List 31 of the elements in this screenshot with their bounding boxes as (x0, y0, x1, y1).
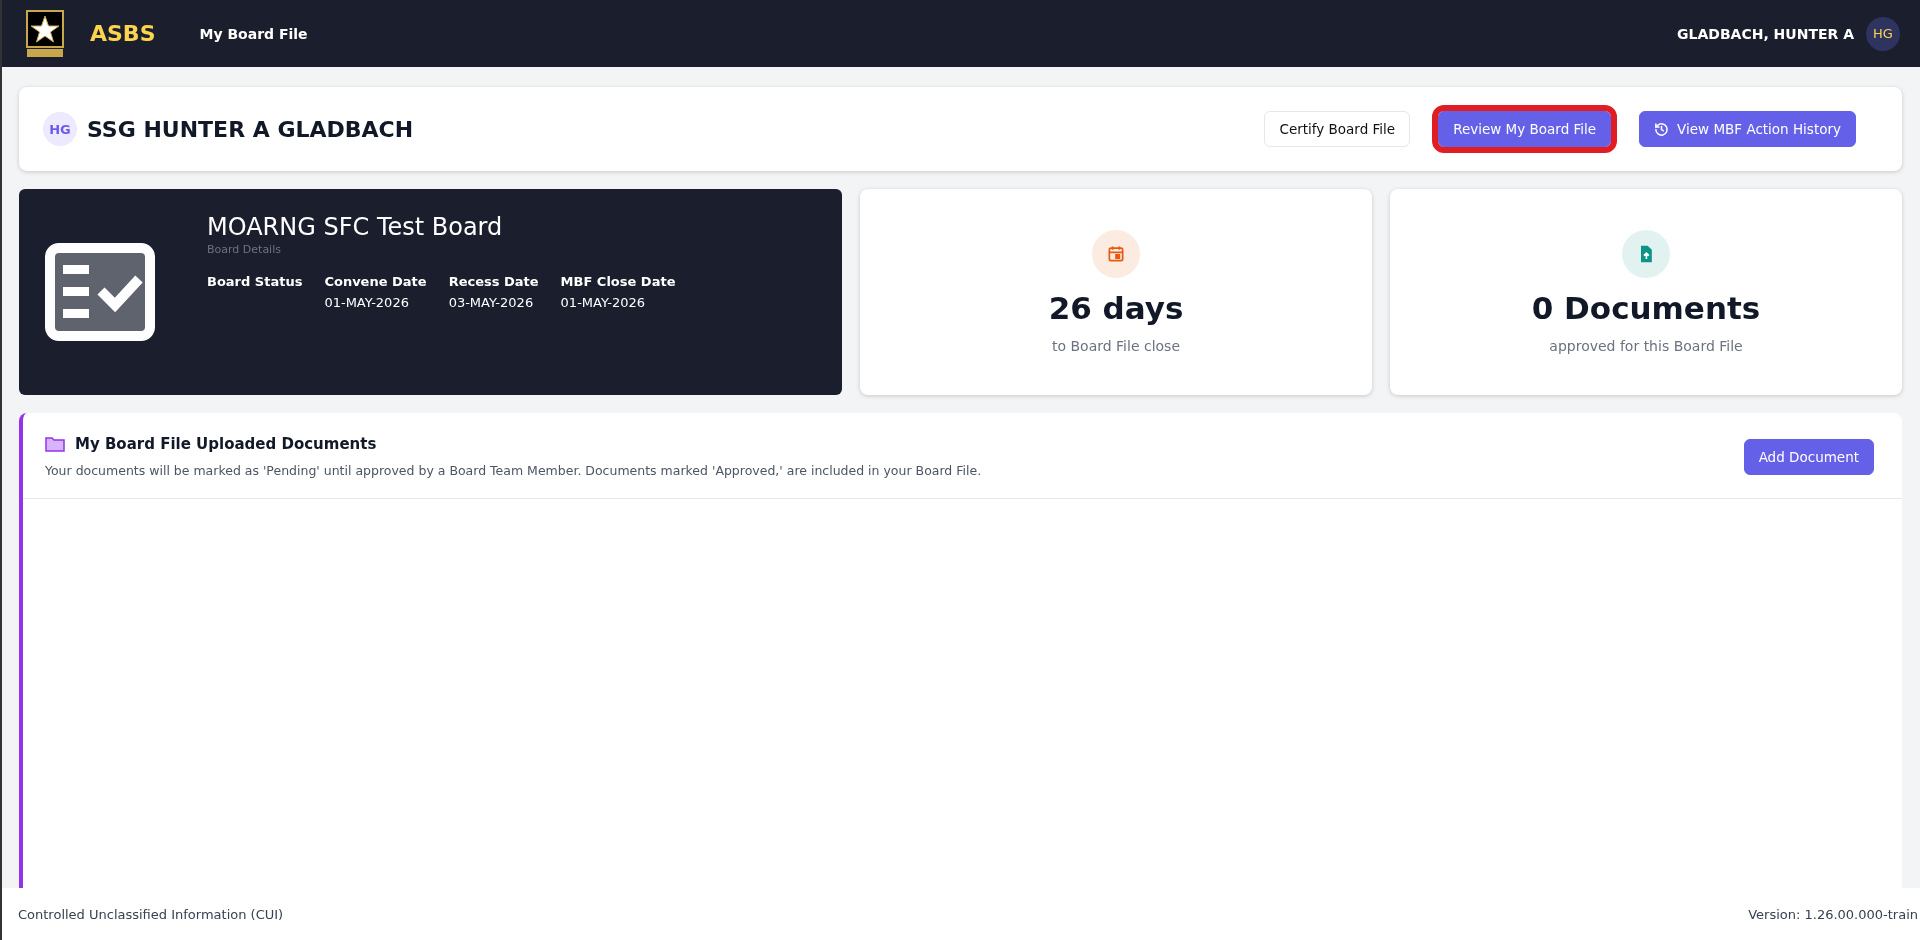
section-title: My Board File Uploaded Documents (75, 435, 377, 453)
section-description: Your documents will be marked as 'Pending' until approved by a Board Team Member. Documents marked 'Approved,' are included in your Board File. (45, 463, 983, 478)
add-document-button[interactable]: Add Document (1743, 438, 1874, 475)
field-label: Convene Date (324, 274, 427, 289)
stat-caption: approved for this Board File (1549, 338, 1743, 354)
profile-avatar: HG (43, 112, 77, 146)
user-avatar[interactable]: HG (1866, 16, 1900, 51)
stat-caption: to Board File close (1051, 338, 1180, 354)
field-value: 01-MAY-2026 (324, 295, 410, 310)
history-icon (1654, 121, 1670, 137)
board-subtitle: Board Details (207, 243, 282, 256)
history-button[interactable]: View MBF Action History (1639, 111, 1856, 147)
star-emblem-icon (26, 9, 64, 58)
field-label: MBF Close Date (560, 274, 676, 289)
stat-value: 0 Documents (1531, 290, 1761, 326)
calendar-icon (1106, 244, 1126, 264)
checklist-icon (45, 243, 155, 341)
app-name: ASBS (90, 21, 156, 46)
version-label: Version: 1.26.00.000-train (1748, 906, 1918, 922)
field-value: 03-MAY-2026 (448, 295, 535, 310)
field-label: Board Status (207, 274, 303, 289)
certify-button[interactable]: Certify Board File (1264, 111, 1411, 147)
stat-value: 26 days (1048, 290, 1184, 326)
user-name: GLADBACH, HUNTER A (1677, 25, 1854, 42)
folder-icon (45, 436, 65, 452)
nav-link[interactable]: My Board File (199, 25, 308, 42)
soldier-name: SSG HUNTER A GLADBACH (87, 116, 414, 142)
field-value: 01-MAY-2026 (560, 295, 647, 310)
classification-label: Controlled Unclassified Information (CUI) (18, 906, 284, 922)
board-title: MOARNG SFC Test Board (207, 213, 504, 241)
field-label: Recess Date (448, 274, 539, 289)
